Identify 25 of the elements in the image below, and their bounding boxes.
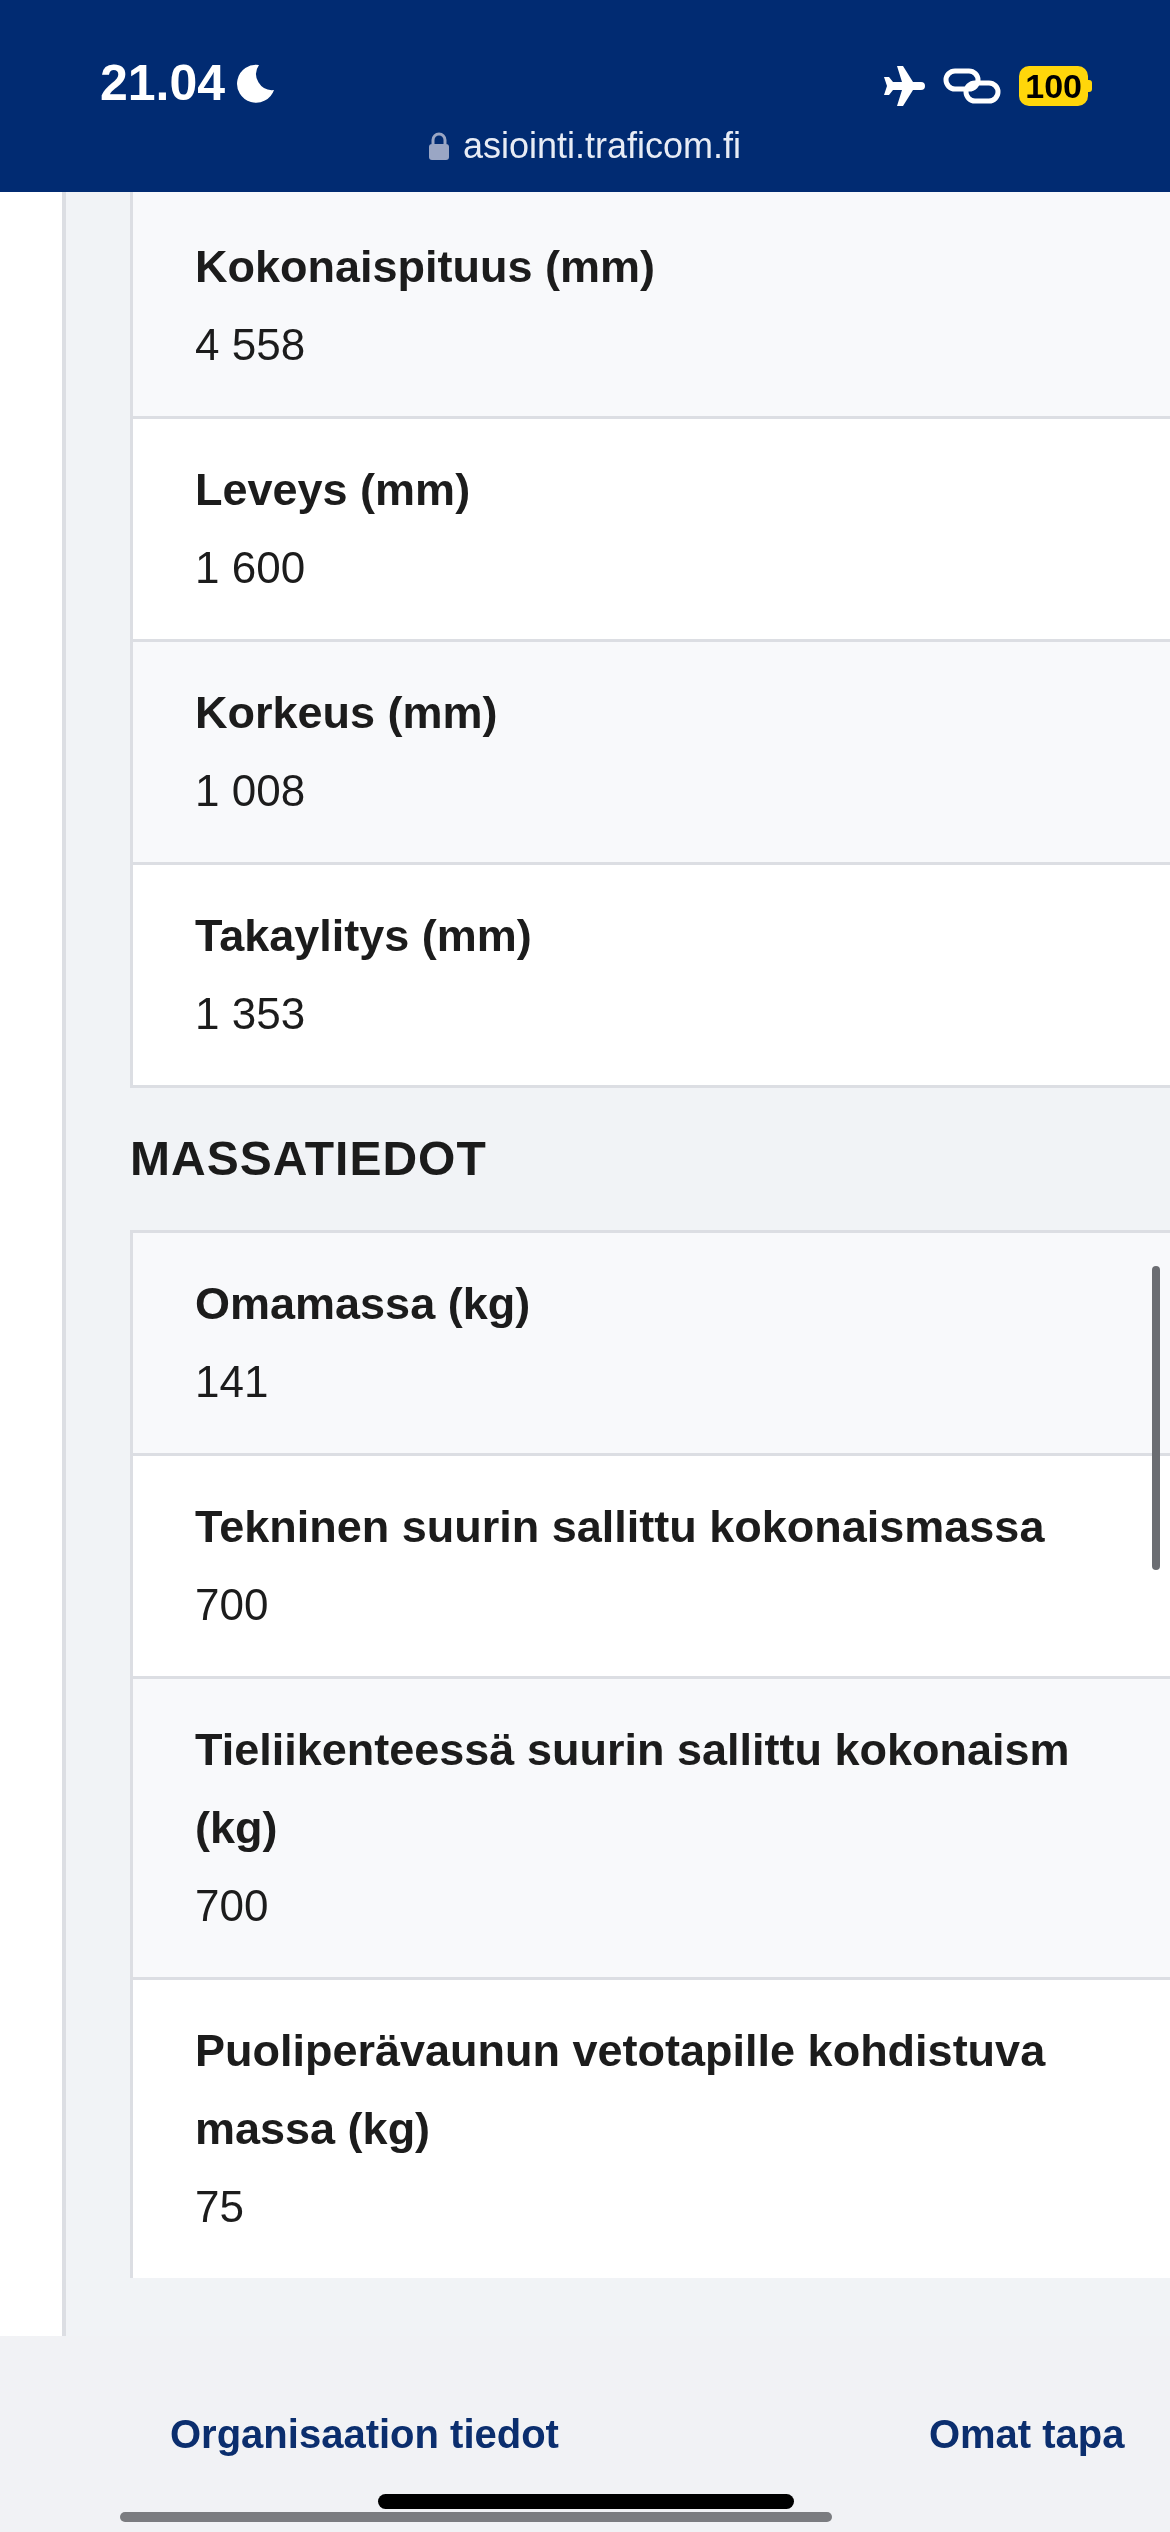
url-text[interactable]: asiointi.traficom.fi [462, 128, 742, 164]
scrollbar[interactable] [1152, 1266, 1160, 1570]
field-label: Korkeus (mm) [195, 686, 498, 740]
field-value: 700 [195, 1880, 269, 1932]
scrollbar[interactable] [120, 2512, 832, 2522]
nav-link[interactable]: Organisaation tiedot [170, 2414, 559, 2454]
field-label: Leveys (mm) [195, 463, 471, 517]
field-value: 4 558 [195, 319, 306, 371]
field-label: Kokonaispituus (mm) [195, 240, 656, 294]
link-icon [943, 68, 1002, 104]
field-label: Puoliperävaunun vetotapille kohdistuva massa (kg) [195, 2024, 1046, 2156]
field-label: Tekninen suurin sallittu kokonaismassa [195, 1500, 1045, 1554]
nav-link[interactable]: Omat tapa [928, 2414, 1125, 2454]
field-value: 700 [195, 1579, 269, 1631]
field-value: 1 600 [195, 542, 306, 594]
field-value: 1 008 [195, 765, 306, 817]
field-value: 75 [195, 2181, 244, 2233]
field-label: Tieliikenteessä suurin sallittu kokonaism (kg) [195, 1723, 1070, 1855]
field-label: Takaylitys (mm) [195, 909, 532, 963]
field-value: 141 [195, 1356, 269, 1408]
field-value: 1 353 [195, 988, 306, 1040]
section-heading: MASSATIEDOT [130, 1131, 488, 1187]
lock-icon [428, 132, 449, 160]
status-time: 21.04 [100, 58, 226, 108]
field-label: Omamassa (kg) [195, 1277, 531, 1331]
